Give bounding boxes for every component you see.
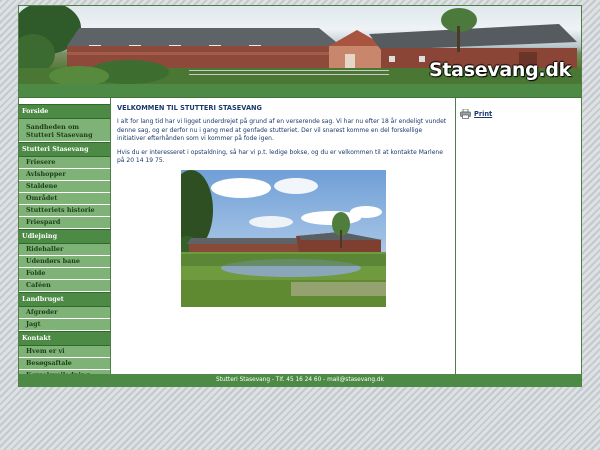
intro-paragraph: I alt for lang tid har vi ligget underdr… — [117, 118, 447, 142]
nav-section-forside[interactable]: Forside — [19, 104, 110, 119]
sidebar-nav: Forside Sandheden om Stutteri Stasevang … — [19, 98, 110, 382]
nav-item-jagt[interactable]: Jagt — [19, 319, 110, 331]
nav-item-sandheden[interactable]: Sandheden om Stutteri Stasevang — [19, 119, 110, 142]
nav-section-udlejning[interactable]: Udlejning — [19, 228, 110, 244]
right-column: Print — [456, 98, 581, 374]
nav-item-friespard[interactable]: Friespard — [19, 217, 110, 229]
nav-item-folde[interactable]: Folde — [19, 268, 110, 280]
print-label[interactable]: Print — [474, 110, 492, 118]
printer-icon[interactable] — [460, 104, 471, 123]
nav-section-landbruget[interactable]: Landbruget — [19, 291, 110, 307]
contact-paragraph: Hvis du er interesseret i opstaldning, s… — [117, 148, 443, 165]
nav-item-besogsaftale[interactable]: Besøgsaftale — [19, 358, 110, 370]
nav-item-afgroder[interactable]: Afgrøder — [19, 307, 110, 319]
header-divider-bar — [19, 84, 581, 98]
nav-item-friesere[interactable]: Friesere — [19, 157, 110, 169]
main-content: VELKOMMEN TIL STUTTERI STASEVANG I alt f… — [110, 98, 456, 374]
page-wrapper: Stasevang.dk Forside Sandheden om Stutte… — [18, 5, 582, 387]
nav-item-udendors-bane[interactable]: Udendørs bane — [19, 256, 110, 268]
nav-item-cafeen[interactable]: Caféen — [19, 280, 110, 292]
print-link[interactable]: Print — [460, 104, 577, 123]
page-title: VELKOMMEN TIL STUTTERI STASEVANG — [117, 104, 262, 112]
nav-item-historie[interactable]: Stutteriets historie — [19, 205, 110, 217]
nav-item-omraadet[interactable]: Området — [19, 193, 110, 205]
nav-item-ridehaller[interactable]: Ridehaller — [19, 244, 110, 256]
nav-section-kontakt[interactable]: Kontakt — [19, 330, 110, 346]
nav-section-stutteri[interactable]: Stutteri Stasevang — [19, 141, 110, 157]
header-banner: Stasevang.dk — [19, 6, 581, 84]
nav-item-staldene[interactable]: Staldene — [19, 181, 110, 193]
stable-photo — [181, 170, 386, 307]
nav-item-hvem-er-vi[interactable]: Hvem er vi — [19, 346, 110, 358]
site-logo-text: Stasevang.dk — [429, 59, 571, 81]
nav-item-avlshopper[interactable]: Avlshopper — [19, 169, 110, 181]
footer-bar: Stutteri Stasevang - Tlf. 45 16 24 60 - … — [19, 374, 581, 387]
